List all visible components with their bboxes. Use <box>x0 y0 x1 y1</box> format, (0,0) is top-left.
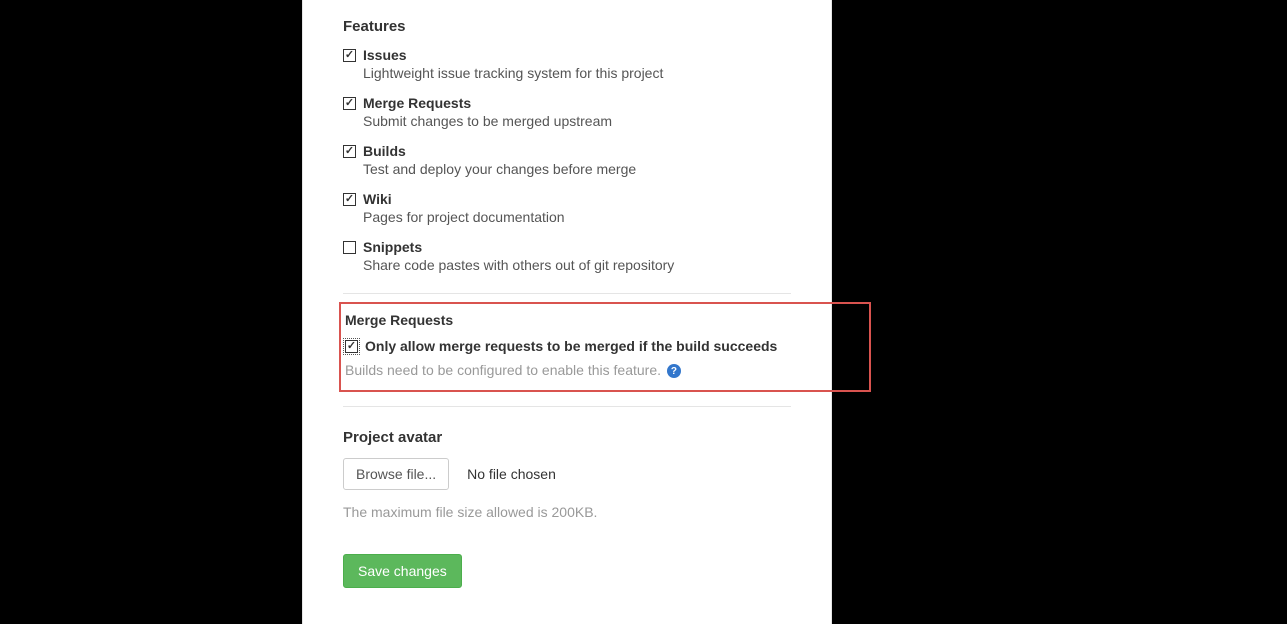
snippets-label: Snippets <box>363 239 422 255</box>
merge-requests-label: Merge Requests <box>363 95 471 111</box>
snippets-checkbox[interactable] <box>343 241 356 254</box>
features-heading: Features <box>343 18 791 35</box>
builds-desc: Test and deploy your changes before merg… <box>363 161 791 177</box>
settings-panel: Features Issues Lightweight issue tracki… <box>302 0 832 624</box>
merge-requests-checkbox[interactable] <box>343 97 356 110</box>
avatar-heading: Project avatar <box>343 429 791 446</box>
merge-helper: Builds need to be configured to enable t… <box>345 362 865 378</box>
snippets-desc: Share code pastes with others out of git… <box>363 257 791 273</box>
feature-builds: Builds Test and deploy your changes befo… <box>343 143 791 177</box>
feature-merge-requests: Merge Requests Submit changes to be merg… <box>343 95 791 129</box>
feature-snippets: Snippets Share code pastes with others o… <box>343 239 791 273</box>
issues-label: Issues <box>363 47 407 63</box>
issues-checkbox[interactable] <box>343 49 356 62</box>
feature-wiki: Wiki Pages for project documentation <box>343 191 791 225</box>
size-note: The maximum file size allowed is 200KB. <box>343 504 791 520</box>
divider-2 <box>343 406 791 407</box>
divider <box>343 293 791 294</box>
builds-label: Builds <box>363 143 406 159</box>
merge-heading: Merge Requests <box>345 312 865 328</box>
issues-desc: Lightweight issue tracking system for th… <box>363 65 791 81</box>
wiki-checkbox[interactable] <box>343 193 356 206</box>
merge-requests-highlight: Merge Requests Only allow merge requests… <box>339 302 871 392</box>
merge-requests-desc: Submit changes to be merged upstream <box>363 113 791 129</box>
feature-issues: Issues Lightweight issue tracking system… <box>343 47 791 81</box>
browse-file-button[interactable]: Browse file... <box>343 458 449 490</box>
builds-checkbox[interactable] <box>343 145 356 158</box>
no-file-text: No file chosen <box>467 466 556 482</box>
wiki-label: Wiki <box>363 191 392 207</box>
help-icon[interactable]: ? <box>667 364 681 378</box>
only-allow-merge-checkbox[interactable] <box>345 340 358 353</box>
only-allow-merge-label: Only allow merge requests to be merged i… <box>365 338 777 354</box>
wiki-desc: Pages for project documentation <box>363 209 791 225</box>
avatar-section: Project avatar Browse file... No file ch… <box>343 429 791 520</box>
merge-helper-text: Builds need to be configured to enable t… <box>345 362 661 378</box>
save-button[interactable]: Save changes <box>343 554 462 588</box>
